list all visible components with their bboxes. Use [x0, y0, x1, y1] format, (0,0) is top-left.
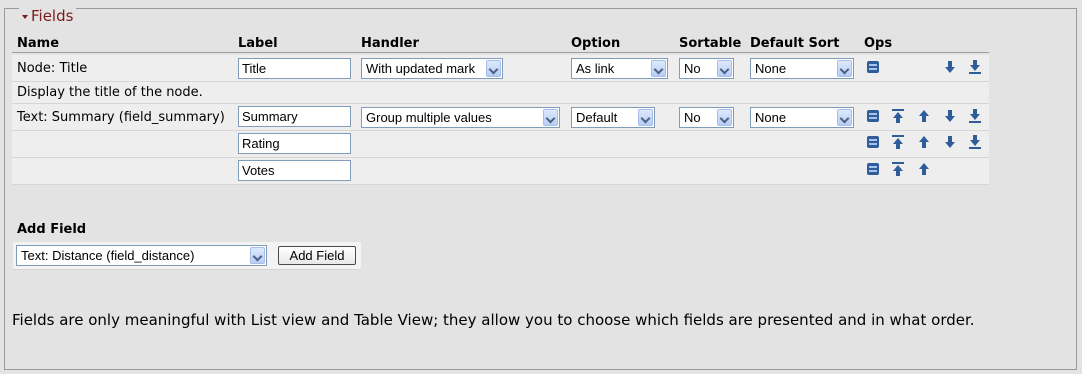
fields-legend-toggle[interactable]: Fields: [19, 7, 77, 25]
header-default-sort: Default Sort: [750, 36, 840, 51]
sortable-select[interactable]: No: [679, 58, 734, 79]
handler-select[interactable]: With updated mark: [361, 58, 503, 79]
add-field-value: Text: Distance (field_distance): [21, 248, 195, 263]
move-up-icon[interactable]: [916, 108, 932, 124]
header-handler: Handler: [361, 36, 419, 51]
chevron-down-icon: [717, 109, 732, 126]
chevron-down-icon: [250, 247, 265, 264]
handler-select[interactable]: Group multiple values: [361, 107, 560, 128]
settings-icon[interactable]: [865, 59, 881, 75]
fields-legend-label: Fields: [31, 7, 74, 25]
table-row: Node: Title Title With updated mark As l…: [12, 55, 989, 82]
add-field-form: Text: Distance (field_distance) Add Fiel…: [13, 242, 361, 270]
table-header: Name Label Handler Option Sortable Defau…: [12, 33, 989, 53]
move-top-icon[interactable]: [890, 161, 906, 177]
handler-value: With updated mark: [366, 61, 476, 76]
option-select[interactable]: As link: [571, 58, 668, 79]
option-value: As link: [576, 61, 615, 76]
fields-help-text: Fields are only meaningful with List vie…: [12, 311, 975, 329]
default-sort-select[interactable]: None: [750, 58, 854, 79]
field-name: Node: Title: [17, 61, 88, 76]
sortable-value: No: [684, 110, 701, 125]
chevron-down-icon: [837, 109, 852, 126]
move-up-icon[interactable]: [916, 134, 932, 150]
add-field-button[interactable]: Add Field: [278, 246, 356, 265]
chevron-down-icon: [543, 109, 558, 126]
table-row-description: Display the title of the node.: [12, 82, 989, 104]
header-option: Option: [571, 36, 621, 51]
collapse-triangle-icon: [22, 15, 28, 19]
option-select[interactable]: Default: [571, 107, 655, 128]
label-input[interactable]: Votes: [238, 160, 351, 181]
label-input[interactable]: Title: [238, 58, 351, 79]
move-down-icon[interactable]: [942, 134, 958, 150]
sortable-value: No: [684, 61, 701, 76]
settings-icon[interactable]: [865, 108, 881, 124]
header-ops: Ops: [864, 36, 893, 51]
header-label: Label: [238, 36, 278, 51]
header-sortable: Sortable: [679, 36, 742, 51]
table-row: Rating: [12, 131, 989, 158]
default-sort-value: None: [755, 61, 787, 76]
chevron-down-icon: [837, 60, 852, 77]
move-down-icon[interactable]: [942, 59, 958, 75]
settings-icon[interactable]: [865, 161, 881, 177]
move-top-icon[interactable]: [890, 108, 906, 124]
move-bottom-icon[interactable]: [967, 134, 983, 150]
table-row: Text: Summary (field_summary) Summary Gr…: [12, 104, 989, 131]
field-description: Display the title of the node.: [17, 85, 203, 100]
chevron-down-icon: [638, 109, 653, 126]
move-down-icon[interactable]: [942, 108, 958, 124]
label-input[interactable]: Rating: [238, 133, 351, 154]
chevron-down-icon: [651, 60, 666, 77]
settings-icon[interactable]: [865, 134, 881, 150]
label-input[interactable]: Summary: [238, 106, 351, 127]
move-bottom-icon[interactable]: [967, 108, 983, 124]
table-row: Votes: [12, 158, 989, 185]
move-bottom-icon[interactable]: [967, 59, 983, 75]
chevron-down-icon: [486, 60, 501, 77]
chevron-down-icon: [717, 60, 732, 77]
handler-value: Group multiple values: [366, 110, 492, 125]
add-field-heading: Add Field: [17, 222, 87, 237]
move-up-icon[interactable]: [916, 161, 932, 177]
default-sort-select[interactable]: None: [750, 107, 854, 128]
field-name: Text: Summary (field_summary): [17, 110, 225, 125]
header-name: Name: [17, 36, 60, 51]
add-field-select[interactable]: Text: Distance (field_distance): [16, 245, 267, 266]
default-sort-value: None: [755, 110, 787, 125]
option-value: Default: [576, 110, 618, 125]
sortable-select[interactable]: No: [679, 107, 734, 128]
move-top-icon[interactable]: [890, 134, 906, 150]
